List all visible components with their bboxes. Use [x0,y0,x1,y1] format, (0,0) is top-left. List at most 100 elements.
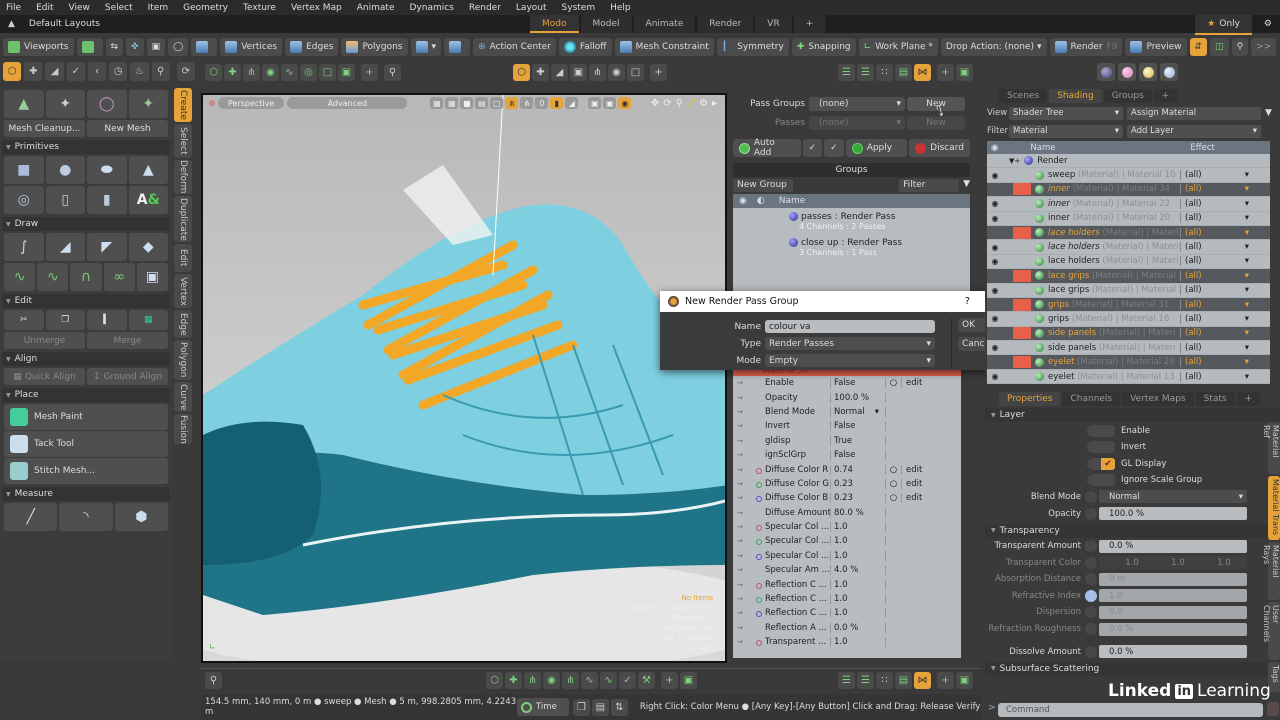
filter-dropdown[interactable]: Material ▾ [1009,124,1123,138]
uv-icon[interactable]: ◢ [45,62,64,81]
menu-dynamics[interactable]: Dynamics [409,3,453,13]
search-icon[interactable]: ⚲ [384,64,401,81]
tab-channels[interactable]: Channels [1062,392,1121,407]
panel-icon[interactable]: ▣ [680,672,697,689]
mesh-mode-icon[interactable]: ⬡ [3,62,22,81]
rig-icon[interactable]: ‹ [87,62,107,81]
refractive-index-knob[interactable] [1085,589,1097,602]
new-mesh-button[interactable]: New Mesh [87,120,168,137]
mesh-cleanup-button[interactable]: Mesh Cleanup... [4,120,85,137]
image-icon[interactable]: ▤ [895,64,912,81]
channel-row[interactable]: → Specular Am ... 4.0 % [733,563,961,577]
side-tab-user-channels[interactable]: User Channels [1262,602,1280,660]
effect-dropdown[interactable]: (all) ▾ [1180,213,1255,224]
time-button[interactable]: Time [517,698,569,716]
group-row[interactable]: close up : Render Pass 3 Channels : 1 Pas… [733,234,970,260]
layout-toggle-button[interactable] [76,38,103,56]
move-icon[interactable]: ✚ [224,64,241,81]
polygons-button[interactable]: Polygons [341,38,408,56]
channel-value[interactable]: False [831,378,886,389]
menu-select[interactable]: Select [105,3,133,13]
curve-tool-button[interactable]: ∩ [70,263,102,291]
opacity-field[interactable]: 100.0 % [1099,507,1247,521]
channel-edit-link[interactable]: edit [902,465,922,475]
ruler-tool-button[interactable]: ╱ [4,503,58,531]
channel-value[interactable]: 0.74 [831,464,886,475]
sketch-curve-button[interactable]: ∞ [103,263,135,291]
add-layout-tab-button[interactable]: + [793,15,826,33]
ignore-scale-checkbox[interactable] [1101,474,1115,487]
list-icon[interactable]: ☰ [838,672,855,689]
effect-dropdown[interactable]: (all) ▾ [1180,184,1255,195]
work-plane-button[interactable]: ∟ Work Plane * [858,38,938,56]
channel-row[interactable]: → Diffuse Amount 80.0 % [733,506,961,520]
tab-properties[interactable]: Properties [999,392,1061,407]
shader-tree-row[interactable]: ◉ inner (Material) | Material 20 (all) ▾ [987,212,1270,226]
effect-dropdown[interactable]: (all) ▾ [1180,270,1255,281]
sphere-tool-button[interactable]: ● [45,156,85,184]
shader-tree-row[interactable]: ◉ eyelet (Material) | Material 13 (all) ▾ [987,370,1270,385]
menu-system[interactable]: System [562,3,596,13]
transparent-color-knob[interactable] [1085,556,1097,569]
discard-button[interactable]: Discard [909,139,970,157]
visibility-eye-icon[interactable]: ◉ [987,214,1003,223]
place-section-header[interactable]: ▼ Place [2,388,170,402]
channel-row[interactable]: → Reflection C ... 1.0 [733,592,961,606]
spline-tool-button[interactable]: ∿ [37,263,69,291]
expand-arrow-icon[interactable]: ▸ [712,98,717,109]
layout-tab-vr[interactable]: VR [755,15,792,33]
add-icon[interactable]: + [650,64,667,81]
channel-value[interactable]: 1.0 [831,608,886,619]
menu-geometry[interactable]: Geometry [183,3,228,13]
texture-icon[interactable]: ▣ [570,64,587,81]
channel-key-icon[interactable]: ○ [886,464,902,475]
3d-viewport[interactable]: Perspective Advanced ▦ ▦ ■ ▤ □ ⋔ ⋔ 0 ▮ ◢… [201,93,727,663]
channel-value[interactable]: Normal ▾ [831,406,886,417]
effect-dropdown[interactable]: (all) ▾ [1180,170,1255,181]
visibility-eye-icon[interactable]: ◉ [987,257,1003,266]
mesh-constraint-button[interactable]: Mesh Constraint [614,38,714,56]
perspective-dropdown[interactable]: Perspective [218,97,285,109]
skeleton-icon[interactable]: ⋔ [524,672,541,689]
patch-tool-button[interactable]: ▣ [136,263,169,291]
channel-key-icon[interactable]: ○ [886,478,902,489]
enable-radio[interactable] [1087,424,1101,437]
stitch-mesh-button[interactable]: Stitch Mesh... [4,458,168,484]
help-button[interactable]: ? [965,296,970,307]
shader-tree-row[interactable]: ◉ lace grips (Material) | Material 15 (all… [987,284,1270,298]
more-button[interactable]: >> [1251,38,1277,56]
gear-icon[interactable]: ⚙ [1264,15,1272,33]
viewports-button[interactable]: Viewports [3,38,74,56]
frame-a-icon[interactable]: ▣ [588,97,602,109]
torus-tool-button[interactable]: ◎ [4,186,44,214]
draw-section-header[interactable]: ▼ Draw [2,217,170,231]
shader-tree-row[interactable]: ◉ grips (Material) | Material 16 (all) ▾ [987,312,1270,327]
stamp-icon[interactable]: ♨ [130,62,149,81]
texture-preset-button[interactable] [1139,63,1157,81]
invert-radio[interactable] [1087,441,1101,454]
layers-icon[interactable]: ☰ [857,672,874,689]
dispersion-knob[interactable] [1085,606,1097,619]
move-tool-button[interactable]: ▲ [4,90,44,118]
channel-key-icon[interactable]: ○ [886,493,902,504]
layout-switch-button[interactable]: ⇵ [1189,38,1208,56]
menu-vertex-map[interactable]: Vertex Map [291,3,342,13]
axis-icon[interactable]: ⋔ [505,97,519,109]
image-icon[interactable]: ▤ [895,672,912,689]
paint-icon[interactable]: ✓ [619,672,636,689]
toolbox-tab-create[interactable]: Create [174,88,192,122]
shader-tree-row[interactable]: ◉ side panels (Material) | Materi ... (all… [987,341,1270,356]
channel-value[interactable]: 0.23 [831,493,886,504]
transform-icon[interactable]: ✚ [532,64,549,81]
snapping-button[interactable]: ✚ Snapping [791,38,856,56]
viewport-menu-dot[interactable] [209,100,215,106]
search-icon[interactable]: ⚲ [205,672,222,689]
merge-button[interactable]: Merge [87,332,168,349]
material-preset-button[interactable] [1097,63,1115,81]
channel-value[interactable]: False [831,421,886,432]
channel-value[interactable]: 4.0 % [831,565,886,576]
channel-value[interactable]: 1.0 [831,550,886,561]
channel-row[interactable]: → Blend Mode Normal ▾ [733,405,961,419]
shader-tree-row[interactable]: eyelet (Material) | Material 29 (all) ▾ [987,355,1270,370]
menu-help[interactable]: Help [610,3,631,13]
